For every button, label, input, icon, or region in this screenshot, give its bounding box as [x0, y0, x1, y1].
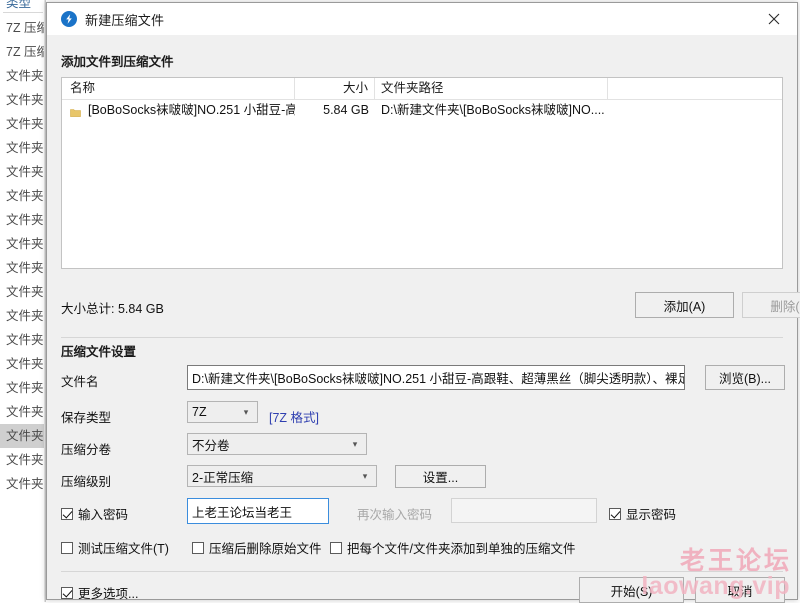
filename-value: D:\新建文件夹\[BoBoSocks袜啵啵]NO.251 小甜豆-高跟鞋、超薄… [192, 368, 685, 387]
new-archive-dialog: 新建压缩文件 添加文件到压缩文件 名称 大小 文件夹路径 [BoBoSocks袜… [46, 2, 798, 600]
add-files-heading: 添加文件到压缩文件 [61, 51, 174, 70]
separate-archive-label: 把每个文件/文件夹添加到单独的压缩文件 [347, 538, 575, 557]
section-divider [61, 337, 783, 338]
cancel-button[interactable]: 取消 [695, 577, 785, 603]
background-list-item[interactable]: 文件夹 [0, 88, 46, 112]
archive-settings-heading: 压缩文件设置 [61, 341, 136, 360]
background-list-item[interactable]: 文件夹 [0, 328, 46, 352]
volume-select[interactable]: 不分卷 ▾ [187, 433, 367, 455]
background-list-item[interactable]: 文件夹 [0, 232, 46, 256]
checkbox-box [192, 542, 204, 554]
footer-divider [61, 571, 783, 572]
background-explorer-list: 类型 7Z 压缩7Z 压缩文件夹文件夹文件夹文件夹文件夹文件夹文件夹文件夹文件夹… [0, 0, 46, 602]
cell-size: 5.84 GB [295, 100, 375, 120]
close-icon [768, 13, 780, 25]
delete-after-label: 压缩后删除原始文件 [209, 538, 322, 557]
delete-button-label: 删除(D) [770, 296, 800, 315]
volume-label: 压缩分卷 [61, 439, 111, 458]
table-row[interactable]: [BoBoSocks袜啵啵]NO.251 小甜豆-高...5.84 GBD:\新… [62, 100, 782, 120]
column-header-path[interactable]: 文件夹路径 [375, 78, 608, 99]
enter-password-label: 输入密码 [78, 504, 128, 523]
checkbox-box [61, 587, 73, 599]
filename-input[interactable]: D:\新建文件夹\[BoBoSocks袜啵啵]NO.251 小甜豆-高跟鞋、超薄… [187, 365, 685, 390]
checkbox-box [61, 508, 73, 520]
file-list-header: 名称 大小 文件夹路径 [62, 78, 782, 100]
background-list-item[interactable]: 文件夹 [0, 448, 46, 472]
reenter-password-label: 再次输入密码 [357, 504, 432, 523]
delete-button[interactable]: 删除(D) [742, 292, 800, 318]
add-button[interactable]: 添加(A) [635, 292, 734, 318]
show-password-label: 显示密码 [626, 504, 676, 523]
add-button-label: 添加(A) [664, 296, 706, 315]
level-select[interactable]: 2-正常压缩 ▾ [187, 465, 377, 487]
column-header-filler [608, 78, 782, 99]
column-header-size[interactable]: 大小 [295, 78, 375, 99]
background-list-item[interactable]: 文件夹 [0, 424, 46, 448]
close-button[interactable] [751, 3, 797, 34]
background-list-item[interactable]: 文件夹 [0, 280, 46, 304]
filename-label: 文件名 [61, 371, 99, 390]
background-header-divider [3, 12, 43, 13]
background-list-item[interactable]: 文件夹 [0, 208, 46, 232]
archive-arrow-icon [61, 11, 77, 27]
chevron-down-icon: ▾ [358, 472, 372, 481]
folder-icon [70, 104, 81, 114]
browse-button-label: 浏览(B)... [719, 368, 771, 387]
checkbox-box [330, 542, 342, 554]
show-password-checkbox[interactable]: 显示密码 [609, 504, 676, 523]
chevron-down-icon: ▾ [239, 408, 253, 417]
cancel-button-label: 取消 [727, 581, 752, 600]
background-list-item[interactable]: 文件夹 [0, 64, 46, 88]
background-list-item[interactable]: 文件夹 [0, 256, 46, 280]
more-options-label: 更多选项... [78, 583, 138, 602]
dialog-body: 添加文件到压缩文件 名称 大小 文件夹路径 [BoBoSocks袜啵啵]NO.2… [47, 35, 797, 599]
save-type-select[interactable]: 7Z ▾ [187, 401, 258, 423]
settings-button-label: 设置... [423, 467, 458, 486]
save-type-label: 保存类型 [61, 407, 111, 426]
level-label: 压缩级别 [61, 471, 111, 490]
cell-path: D:\新建文件夹\[BoBoSocks袜啵啵]NO.... [375, 100, 608, 120]
enter-password-checkbox[interactable]: 输入密码 [61, 504, 128, 523]
background-list-item[interactable]: 7Z 压缩 [0, 16, 46, 40]
background-list-item[interactable]: 文件夹 [0, 112, 46, 136]
test-archive-label: 测试压缩文件(T) [78, 538, 169, 557]
dialog-titlebar: 新建压缩文件 [47, 3, 797, 36]
total-size-label: 大小总计: 5.84 GB [61, 298, 164, 317]
settings-button[interactable]: 设置... [395, 465, 486, 488]
background-list-item[interactable]: 文件夹 [0, 400, 46, 424]
background-list-item[interactable]: 文件夹 [0, 136, 46, 160]
background-list-item[interactable]: 文件夹 [0, 184, 46, 208]
chevron-down-icon: ▾ [348, 440, 362, 449]
browse-button[interactable]: 浏览(B)... [705, 365, 785, 390]
file-list[interactable]: 名称 大小 文件夹路径 [BoBoSocks袜啵啵]NO.251 小甜豆-高..… [61, 77, 783, 269]
column-header-name[interactable]: 名称 [62, 78, 295, 99]
background-list-item[interactable]: 文件夹 [0, 472, 46, 496]
reenter-password-input[interactable] [451, 498, 597, 523]
password-input[interactable]: 上老王论坛当老王 [187, 498, 329, 524]
background-list-item[interactable]: 文件夹 [0, 160, 46, 184]
password-value: 上老王论坛当老王 [192, 502, 292, 521]
delete-after-compress-checkbox[interactable]: 压缩后删除原始文件 [192, 538, 322, 557]
start-button[interactable]: 开始(S) [579, 577, 684, 603]
test-archive-checkbox[interactable]: 测试压缩文件(T) [61, 538, 169, 557]
format-link[interactable]: [7Z 格式] [269, 407, 319, 426]
background-list-item[interactable]: 文件夹 [0, 304, 46, 328]
checkbox-box [609, 508, 621, 520]
cell-name: [BoBoSocks袜啵啵]NO.251 小甜豆-高... [62, 100, 295, 120]
background-list-item[interactable]: 7Z 压缩 [0, 40, 46, 64]
dialog-title: 新建压缩文件 [85, 10, 164, 29]
volume-value: 不分卷 [192, 435, 348, 454]
background-list-item[interactable]: 文件夹 [0, 376, 46, 400]
start-button-label: 开始(S) [611, 581, 653, 600]
more-options-checkbox[interactable]: 更多选项... [61, 583, 138, 602]
level-value: 2-正常压缩 [192, 467, 358, 486]
background-column-header-type: 类型 [0, 0, 46, 12]
checkbox-box [61, 542, 73, 554]
cell-name-text: [BoBoSocks袜啵啵]NO.251 小甜豆-高... [88, 100, 295, 120]
save-type-value: 7Z [192, 405, 239, 419]
background-list-item[interactable]: 文件夹 [0, 352, 46, 376]
separate-archive-checkbox[interactable]: 把每个文件/文件夹添加到单独的压缩文件 [330, 538, 575, 557]
